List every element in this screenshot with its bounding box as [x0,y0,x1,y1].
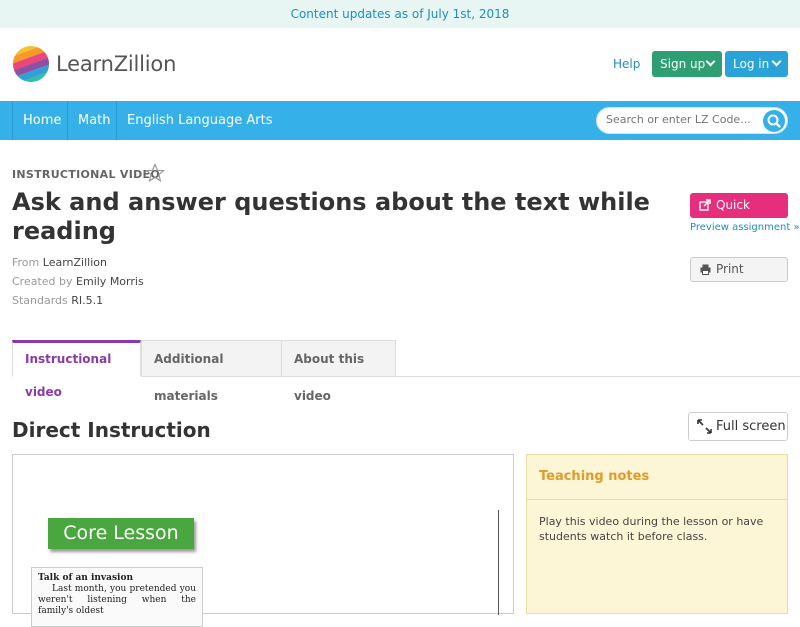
logo-text[interactable]: LearnZillion [56,52,176,76]
meta-from: From LearnZillion [12,256,107,269]
text-excerpt: Talk of an invasion Last month, you pret… [31,567,203,627]
meta-standards-label: Standards [12,294,68,307]
core-lesson-slide-title: Core Lesson [48,518,194,549]
meta-created-by: Created by Emily Morris [12,275,144,288]
section-title: Direct Instruction [12,418,211,442]
full-screen-button[interactable]: Full screen [688,412,788,441]
teaching-notes-body: Play this video during the lesson or hav… [539,515,764,543]
teaching-notes-title: Teaching notes [527,455,787,500]
star-icon[interactable] [145,163,165,183]
meta-from-label: From [12,256,40,269]
chevron-down-icon [705,56,716,67]
site-header: LearnZillion Help Sign up Log in [0,28,800,101]
sign-up-button[interactable]: Sign up [652,51,722,77]
nav-item-english-language-arts[interactable]: English Language Arts [116,101,282,140]
nav-item-math[interactable]: Math [67,101,121,140]
tab-about-this-video[interactable]: About this video [281,340,396,403]
log-in-label: Log in [733,57,770,71]
quick-assign-button[interactable]: Quick assign [690,193,788,237]
tab-additional-materials[interactable]: Additional materials [141,340,282,403]
search-input[interactable] [606,113,756,126]
print-label: Print [716,262,744,276]
video-player[interactable]: Core Lesson Talk of an invasion Last mon… [12,454,514,627]
full-screen-label: Full screen [716,419,786,434]
meta-standards: Standards RI.5.1 [12,294,103,307]
printer-icon [700,264,711,275]
slide-divider [498,510,499,615]
content-update-banner: Content updates as of July 1st, 2018 [0,0,800,28]
share-icon [699,199,711,211]
search-box [596,107,788,134]
teaching-notes-panel: Teaching notes Play this video during th… [526,454,788,614]
help-link[interactable]: Help [613,57,640,71]
nav-item-home[interactable]: Home [12,101,71,140]
content-type-label: INSTRUCTIONAL VIDEO [12,168,161,181]
page-title: Ask and answer questions about the text … [12,188,650,245]
learnzillion-logo-icon[interactable] [12,45,50,83]
excerpt-heading: Talk of an invasion [38,573,134,583]
meta-created-value[interactable]: Emily Morris [76,275,144,288]
sign-up-label: Sign up [660,57,706,71]
meta-from-value[interactable]: LearnZillion [43,256,107,269]
search-button[interactable] [763,110,785,132]
excerpt-text: Last month, you pretended you weren't li… [38,584,196,616]
search-icon [767,114,781,128]
print-button[interactable]: Print [690,257,788,282]
meta-created-label: Created by [12,275,73,288]
chevron-down-icon [771,56,782,67]
meta-standards-value[interactable]: RI.5.1 [71,294,103,307]
preview-assignment-link[interactable]: Preview assignment » [690,222,800,233]
main-nav: Home Math English Language Arts [0,101,800,140]
expand-icon [697,419,712,434]
log-in-button[interactable]: Log in [725,51,788,77]
tab-instructional-video[interactable]: Instructional video [12,340,141,399]
